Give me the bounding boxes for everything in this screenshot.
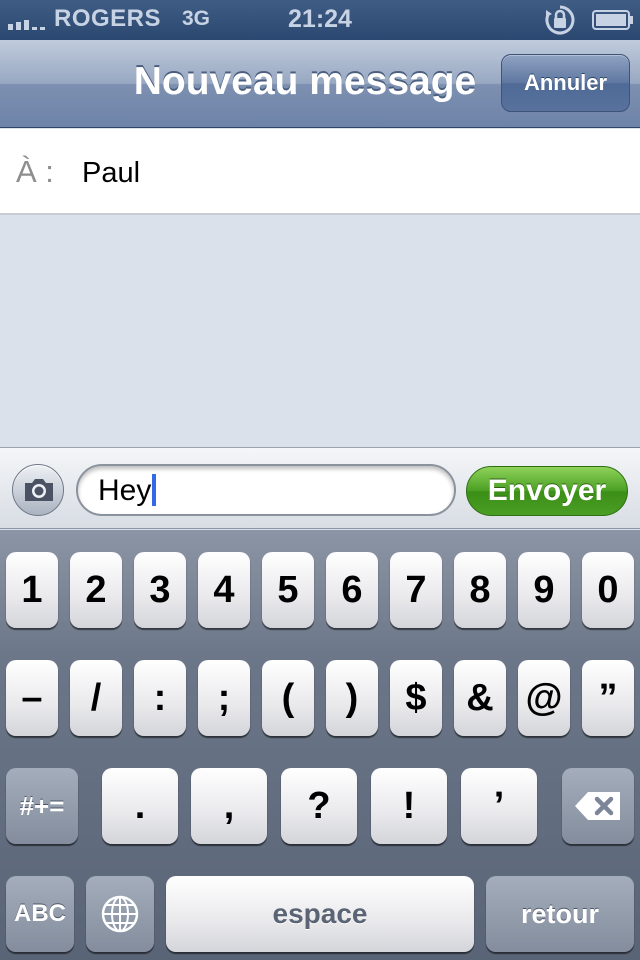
recipient-value[interactable]: Paul (82, 157, 140, 190)
message-input[interactable]: Hey (76, 464, 456, 516)
key-2[interactable]: 2 (70, 552, 122, 628)
space-key[interactable]: espace (166, 876, 474, 952)
abc-key[interactable]: ABC (6, 876, 74, 952)
cancel-button[interactable]: Annuler (501, 54, 630, 112)
compose-bar: Hey Envoyer (0, 447, 640, 529)
camera-icon (25, 479, 53, 501)
keyboard: 1 2 3 4 5 6 7 8 9 0 – / : ; ( ) $ & @ ” … (0, 530, 640, 960)
key-0[interactable]: 0 (582, 552, 634, 628)
battery-icon (592, 10, 633, 30)
key-5[interactable]: 5 (262, 552, 314, 628)
key-3[interactable]: 3 (134, 552, 186, 628)
key-8[interactable]: 8 (454, 552, 506, 628)
key-quote[interactable]: ” (582, 660, 634, 736)
key-9[interactable]: 9 (518, 552, 570, 628)
orientation-lock-icon (545, 5, 575, 35)
camera-button[interactable] (12, 464, 64, 516)
backspace-icon (575, 792, 620, 820)
key-close-paren[interactable]: ) (326, 660, 378, 736)
backspace-key[interactable] (562, 768, 634, 844)
recipient-field[interactable]: À : Paul (0, 129, 640, 215)
key-1[interactable]: 1 (6, 552, 58, 628)
globe-icon (101, 895, 139, 933)
symbols-key[interactable]: #+= (6, 768, 78, 844)
message-text: Hey (98, 474, 152, 507)
conversation-area (0, 217, 640, 447)
key-6[interactable]: 6 (326, 552, 378, 628)
key-apostrophe[interactable]: ’ (461, 768, 537, 844)
key-period[interactable]: . (102, 768, 178, 844)
key-semicolon[interactable]: ; (198, 660, 250, 736)
key-question[interactable]: ? (281, 768, 357, 844)
key-7[interactable]: 7 (390, 552, 442, 628)
key-at[interactable]: @ (518, 660, 570, 736)
return-key[interactable]: retour (486, 876, 634, 952)
key-open-paren[interactable]: ( (262, 660, 314, 736)
send-button[interactable]: Envoyer (466, 466, 628, 516)
key-dollar[interactable]: $ (390, 660, 442, 736)
recipient-label: À : (16, 154, 54, 189)
key-ampersand[interactable]: & (454, 660, 506, 736)
status-bar: ROGERS 3G 21:24 (0, 0, 640, 40)
key-slash[interactable]: / (70, 660, 122, 736)
key-comma[interactable]: , (191, 768, 267, 844)
key-exclamation[interactable]: ! (371, 768, 447, 844)
key-dash[interactable]: – (6, 660, 58, 736)
globe-key[interactable] (86, 876, 154, 952)
key-colon[interactable]: : (134, 660, 186, 736)
key-4[interactable]: 4 (198, 552, 250, 628)
navigation-bar: Nouveau message Annuler (0, 40, 640, 128)
text-caret (152, 474, 157, 506)
